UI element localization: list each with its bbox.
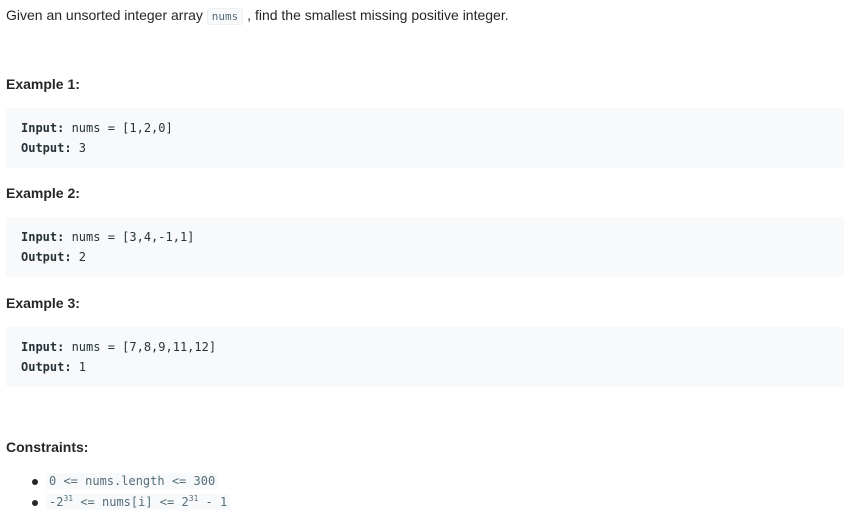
constraint-item: -231 <= nums[i] <= 231 - 1	[6, 493, 231, 514]
example-3-code-block: Input: nums = [7,8,9,11,12] Output: 1	[6, 327, 844, 387]
constraint-range-part3: - 1	[198, 495, 228, 509]
example-2-output-value: 2	[71, 250, 87, 264]
constraint-length: 0 <= nums.length <= 300	[46, 473, 219, 489]
example-3-title: Example 3:	[6, 295, 80, 311]
example-1-code-block: Input: nums = [1,2,0] Output: 3	[6, 108, 844, 168]
inline-code-nums: nums	[206, 8, 244, 25]
example-1-title: Example 1:	[6, 76, 80, 92]
example-1-input-value: nums = [1,2,0]	[64, 121, 173, 135]
constraint-range-exp1: 31	[63, 494, 74, 503]
problem-statement: Given an unsorted integer array nums , f…	[6, 5, 509, 27]
example-2-input-label: Input:	[21, 230, 65, 244]
example-1-output-line: Output: 3	[21, 140, 86, 156]
example-3-input-value: nums = [7,8,9,11,12]	[64, 340, 217, 354]
constraint-range-exp2: 31	[188, 494, 199, 503]
constraint-item: 0 <= nums.length <= 300	[6, 472, 230, 493]
example-1-input-label: Input:	[21, 121, 65, 135]
constraint-range-part2: <= nums[i] <= 2	[73, 495, 189, 509]
example-1-output-label: Output:	[21, 141, 72, 155]
example-1-input-line: Input: nums = [1,2,0]	[21, 120, 173, 136]
example-3-output-label: Output:	[21, 360, 72, 374]
example-3-output-line: Output: 1	[21, 359, 86, 375]
example-1-output-value: 3	[71, 141, 87, 155]
intro-text-before: Given an unsorted integer array	[6, 7, 207, 23]
example-2-output-label: Output:	[21, 250, 72, 264]
example-2-code-block: Input: nums = [3,4,-1,1] Output: 2	[6, 217, 844, 277]
example-2-input-value: nums = [3,4,-1,1]	[64, 230, 195, 244]
constraints-title: Constraints:	[6, 439, 89, 455]
example-2-output-line: Output: 2	[21, 249, 86, 265]
intro-text-after: , find the smallest missing positive int…	[243, 7, 509, 23]
constraints-list: 0 <= nums.length <= 300 -231 <= nums[i] …	[6, 472, 231, 514]
example-3-output-value: 1	[71, 360, 87, 374]
bullet-icon	[32, 500, 38, 506]
example-3-input-line: Input: nums = [7,8,9,11,12]	[21, 339, 216, 355]
example-3-input-label: Input:	[21, 340, 65, 354]
example-2-title: Example 2:	[6, 185, 80, 201]
constraint-range: -231 <= nums[i] <= 231 - 1	[46, 494, 231, 510]
example-2-input-line: Input: nums = [3,4,-1,1]	[21, 229, 194, 245]
bullet-icon	[32, 479, 38, 485]
constraint-range-part1: -2	[49, 495, 64, 509]
